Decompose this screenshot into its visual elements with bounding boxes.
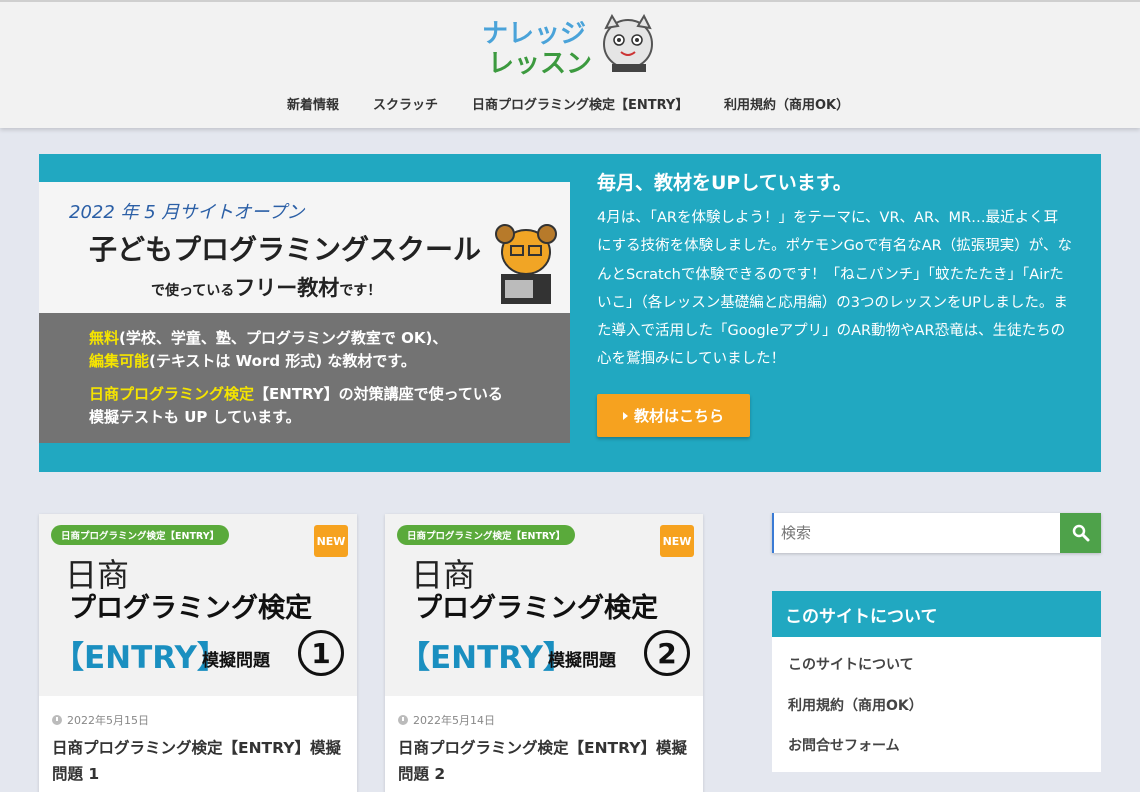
nav-item-news[interactable]: 新着情報 <box>287 94 339 113</box>
caret-right-icon <box>622 411 628 420</box>
hero-heading: 毎月、教材をUPしています。 <box>597 172 852 194</box>
widget-link-terms[interactable]: 利用規約（商用OK） <box>788 695 923 715</box>
widget-title: このサイトについて <box>772 591 1101 637</box>
post-date: 2022年5月15日 <box>52 712 149 728</box>
svg-text:ナレッジ: ナレッジ <box>482 19 586 49</box>
post-thumbnail[interactable]: 日商プログラミング検定【ENTRY】 NEW 日商 プログラミング検定 【ENT… <box>39 514 357 696</box>
category-badge[interactable]: 日商プログラミング検定【ENTRY】 <box>397 525 576 545</box>
thumb-programming: プログラミング検定 <box>415 593 658 624</box>
post-title[interactable]: 日商プログラミング検定【ENTRY】模擬問題 2 <box>398 735 688 787</box>
banner-top: 2022 年 5 月サイトオープン 子どもプログラミングスクール で使っているフ… <box>39 182 570 313</box>
banner-subtitle: で使っているフリー教材です！ <box>151 276 382 300</box>
widget-link-about[interactable]: このサイトについて <box>788 654 914 674</box>
thumb-programming: プログラミング検定 <box>69 593 312 624</box>
hero-section: 2022 年 5 月サイトオープン 子どもプログラミングスクール で使っているフ… <box>39 154 1101 472</box>
search-form <box>772 513 1101 553</box>
mascot-image <box>495 224 557 304</box>
thumb-mogi: 模擬問題 <box>202 651 270 671</box>
post-title[interactable]: 日商プログラミング検定【ENTRY】模擬問題 1 <box>52 735 342 787</box>
banner-line-2: 編集可能(テキストは Word 形式) な教材です。 <box>89 352 416 370</box>
banner-line-4: 模擬テストも UP しています。 <box>89 408 301 426</box>
clock-icon <box>398 715 408 725</box>
post-thumbnail[interactable]: 日商プログラミング検定【ENTRY】 NEW 日商 プログラミング検定 【ENT… <box>385 514 703 696</box>
materials-button[interactable]: 教材はこちら <box>597 394 750 437</box>
clock-icon <box>52 715 62 725</box>
new-badge: NEW <box>314 525 348 557</box>
new-badge: NEW <box>660 525 694 557</box>
nav-item-terms[interactable]: 利用規約（商用OK） <box>724 94 849 113</box>
search-input[interactable] <box>772 513 1060 553</box>
search-icon <box>1072 524 1089 542</box>
banner-bottom: 無料(学校、学童、塾、プログラミング教室で OK)、 編集可能(テキストは Wo… <box>39 313 570 443</box>
category-badge[interactable]: 日商プログラミング検定【ENTRY】 <box>51 525 230 545</box>
hero-description: 4月は、「ARを体験しよう！」をテーマに、VR、AR、MR…最近よく耳にする技術… <box>597 210 1072 368</box>
materials-button-label: 教材はこちら <box>633 407 724 425</box>
post-card-2[interactable]: 日商プログラミング検定【ENTRY】 NEW 日商 プログラミング検定 【ENT… <box>385 514 703 792</box>
site-logo[interactable]: ナレッジ レッスン <box>478 14 664 78</box>
banner-open-date: 2022 年 5 月サイトオープン <box>69 202 305 223</box>
thumb-number: 2 <box>644 630 690 676</box>
widget-link-contact[interactable]: お問合せフォーム <box>788 735 900 755</box>
about-widget: このサイトについて このサイトについて 利用規約（商用OK） お問合せフォーム <box>772 591 1101 772</box>
site-header: ナレッジ レッスン 新着情報 スクラッチ 日商プログラミング検定【ENTRY】 … <box>0 0 1140 128</box>
post-date-text: 2022年5月14日 <box>413 714 495 727</box>
post-date: 2022年5月14日 <box>398 712 495 728</box>
main-nav: 新着情報 スクラッチ 日商プログラミング検定【ENTRY】 利用規約（商用OK） <box>0 94 1140 114</box>
banner-line-3: 日商プログラミング検定【ENTRY】の対策講座で使っている <box>89 385 503 403</box>
nav-item-scratch[interactable]: スクラッチ <box>373 94 438 113</box>
search-button[interactable] <box>1060 513 1101 553</box>
post-date-text: 2022年5月15日 <box>67 714 149 727</box>
hero-banner[interactable]: 2022 年 5 月サイトオープン 子どもプログラミングスクール で使っているフ… <box>39 182 570 443</box>
svg-text:レッスン: レッスン <box>488 49 592 78</box>
banner-line-1: 無料(学校、学童、塾、プログラミング教室で OK)、 <box>89 329 448 347</box>
nav-item-entry-exam[interactable]: 日商プログラミング検定【ENTRY】 <box>472 94 688 113</box>
thumb-number: 1 <box>298 630 344 676</box>
post-card-1[interactable]: 日商プログラミング検定【ENTRY】 NEW 日商 プログラミング検定 【ENT… <box>39 514 357 792</box>
banner-title: 子どもプログラミングスクール <box>89 233 482 266</box>
thumb-mogi: 模擬問題 <box>548 651 616 671</box>
